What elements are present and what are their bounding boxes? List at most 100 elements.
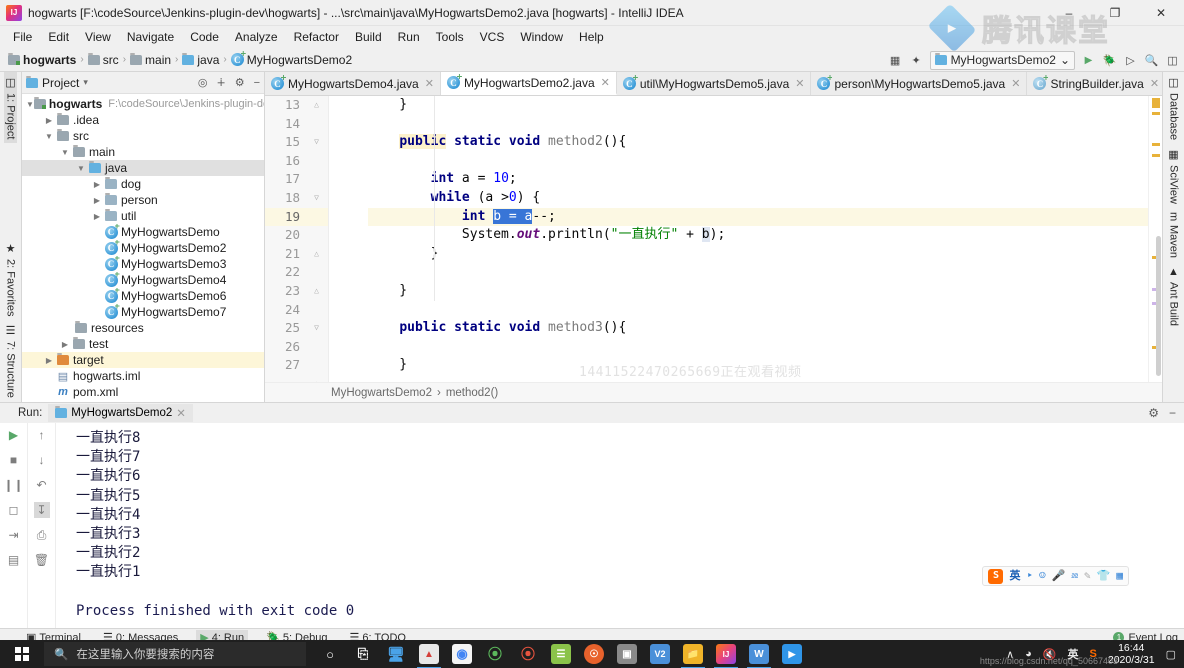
close-icon[interactable]: ✕ bbox=[176, 406, 186, 420]
fold-start-icon[interactable]: ▽ bbox=[312, 193, 321, 202]
wps-icon[interactable]: W bbox=[747, 644, 771, 668]
fold-start-icon[interactable]: ▽ bbox=[312, 137, 321, 146]
console-output[interactable]: 一直执行8 一直执行7 一直执行6 一直执行5 一直执行4 一直执行3 一直执行… bbox=[56, 423, 1184, 628]
navbar-crumb-src[interactable]: src bbox=[86, 52, 121, 67]
snail-icon[interactable]: ⦿ bbox=[518, 644, 538, 664]
fold-end-icon[interactable]: △ bbox=[312, 249, 321, 258]
skin-icon[interactable]: 👕 bbox=[1097, 566, 1111, 585]
close-icon[interactable]: ✕ bbox=[1150, 77, 1159, 90]
gear-icon[interactable]: ⚙ bbox=[1148, 406, 1159, 420]
navbar-crumb-hogwarts[interactable]: hogwarts bbox=[6, 52, 78, 67]
selected-text[interactable]: b = a bbox=[493, 208, 533, 224]
export-icon[interactable]: ⇥ bbox=[6, 527, 22, 543]
locate-icon[interactable]: ◎ bbox=[198, 76, 208, 89]
pause-icon[interactable]: ❙❙ bbox=[3, 477, 23, 493]
tree-node-main[interactable]: ▼ main bbox=[22, 144, 264, 160]
minimize-button[interactable]: – bbox=[1046, 0, 1092, 26]
punctuation-icon[interactable]: ‣ bbox=[1026, 566, 1033, 585]
chevron-down-icon[interactable]: ▼ bbox=[58, 148, 72, 157]
editor-scrollbar[interactable] bbox=[1148, 96, 1162, 382]
stop-icon[interactable]: ■ bbox=[6, 452, 22, 468]
close-icon[interactable]: ✕ bbox=[795, 77, 804, 90]
chevron-down-icon[interactable]: ▼ bbox=[74, 164, 88, 173]
marker-warning[interactable] bbox=[1152, 98, 1160, 108]
sidebar-item-project[interactable]: ◫ 1: Project bbox=[4, 72, 17, 144]
tree-node-src[interactable]: ▼ src bbox=[22, 128, 264, 144]
soft-wrap-icon[interactable]: ↶ bbox=[34, 477, 50, 493]
run-configuration-selector[interactable]: MyHogwartsDemo2 ⌄ bbox=[929, 50, 1075, 70]
action-center-icon[interactable]: ▢ bbox=[1166, 648, 1176, 661]
tree-node-person[interactable]: ▶ person bbox=[22, 192, 264, 208]
scroll-down-icon[interactable]: ↓ bbox=[34, 452, 50, 468]
chrome-icon[interactable]: ◉ bbox=[452, 644, 472, 664]
chevron-down-icon[interactable]: ▾ bbox=[83, 77, 88, 88]
chevron-down-icon[interactable]: ▼ bbox=[42, 132, 56, 141]
handwriting-icon[interactable]: ✎ bbox=[1084, 566, 1091, 585]
run-icon[interactable]: ▶ bbox=[1081, 53, 1096, 68]
navbar-crumb-main[interactable]: main bbox=[128, 52, 173, 67]
menu-view[interactable]: View bbox=[77, 28, 119, 46]
menu-refactor[interactable]: Refactor bbox=[286, 28, 347, 46]
close-icon[interactable]: ✕ bbox=[1011, 77, 1020, 90]
clear-all-icon[interactable]: 🗑 bbox=[34, 552, 50, 568]
menu-run[interactable]: Run bbox=[390, 28, 428, 46]
toolbox-icon[interactable]: ▦ bbox=[1116, 566, 1123, 585]
tree-node-test[interactable]: ▶ test bbox=[22, 336, 264, 352]
vmware-icon[interactable]: ▣ bbox=[617, 644, 637, 664]
tree-node-MyHogwartsDemo2[interactable]: C MyHogwartsDemo2 bbox=[22, 240, 264, 256]
ime-mode-label[interactable]: 英 bbox=[1009, 566, 1020, 585]
scroll-to-end-icon[interactable]: ↧ bbox=[33, 502, 50, 518]
breadcrumb-class[interactable]: MyHogwartsDemo2 bbox=[331, 387, 432, 399]
thread-dump-icon[interactable]: ▤ bbox=[6, 552, 22, 568]
collapse-all-icon[interactable]: ∔ bbox=[216, 76, 225, 89]
cortana-icon[interactable]: ○ bbox=[320, 644, 340, 664]
breadcrumb-method[interactable]: method2() bbox=[446, 387, 498, 399]
scrollbar-thumb[interactable] bbox=[1156, 236, 1161, 376]
menu-analyze[interactable]: Analyze bbox=[227, 28, 286, 46]
menu-edit[interactable]: Edit bbox=[40, 28, 77, 46]
pdf-reader-icon[interactable]: ▲ bbox=[417, 644, 441, 668]
run-tab-MyHogwartsDemo2[interactable]: MyHogwartsDemo2 ✕ bbox=[48, 404, 193, 422]
editor-tab-util-MyHogwartsDemo5[interactable]: C util\MyHogwartsDemo5.java ✕ bbox=[616, 72, 812, 95]
editor-tab-person-MyHogwartsDemo5[interactable]: C person\MyHogwartsDemo5.java ✕ bbox=[811, 72, 1028, 95]
line-number-gutter[interactable]: 13 14 15 16 17 18 19 20 21 22 23 24 25 2… bbox=[265, 96, 329, 382]
sidebar-item-database[interactable]: ◫ Database bbox=[1167, 72, 1180, 144]
menu-vcs[interactable]: VCS bbox=[472, 28, 513, 46]
minimize-icon[interactable]: − bbox=[1169, 406, 1176, 420]
close-button[interactable]: ✕ bbox=[1138, 0, 1184, 26]
sidebar-item-favorites[interactable]: ★ 2: Favorites bbox=[4, 238, 17, 320]
remote-desktop-icon[interactable]: 🖥 bbox=[386, 644, 406, 664]
ubuntu-icon[interactable]: ☉ bbox=[584, 644, 604, 664]
navbar-crumb-java[interactable]: java bbox=[180, 52, 221, 67]
fold-end-icon[interactable]: △ bbox=[312, 286, 321, 295]
task-view-icon[interactable]: ⎘ bbox=[353, 644, 373, 664]
sidebar-item-structure[interactable]: ☰ 7: Structure bbox=[4, 320, 17, 402]
marker-warning[interactable] bbox=[1152, 112, 1160, 115]
emoji-icon[interactable]: ☺ bbox=[1039, 566, 1046, 585]
sogou-ime-toolbar[interactable]: S 英 ‣ ☺ 🎤 ⎂ ✎ 👕 ▦ bbox=[982, 566, 1129, 586]
keyboard-icon[interactable]: ⎂ bbox=[1071, 566, 1078, 585]
fold-end-icon[interactable]: △ bbox=[312, 100, 321, 109]
meeting-icon[interactable]: ▶ bbox=[782, 644, 802, 664]
tree-node-MyHogwartsDemo4[interactable]: C MyHogwartsDemo4 bbox=[22, 272, 264, 288]
navbar-crumb-class[interactable]: C MyHogwartsDemo2 bbox=[229, 53, 354, 67]
code-editor[interactable]: 13 14 15 16 17 18 19 20 21 22 23 24 25 2… bbox=[265, 96, 1162, 382]
chevron-right-icon[interactable]: ▶ bbox=[90, 196, 104, 205]
menu-code[interactable]: Code bbox=[182, 28, 227, 46]
menu-navigate[interactable]: Navigate bbox=[119, 28, 182, 46]
marker-warning[interactable] bbox=[1152, 143, 1160, 146]
file-explorer-icon[interactable]: 📁 bbox=[681, 644, 705, 668]
hide-icon[interactable]: − bbox=[254, 77, 260, 89]
project-tree[interactable]: ▼ hogwarts F:\codeSource\Jenkins-plugin-… bbox=[22, 94, 264, 402]
editor-tab-MyHogwartsDemo2[interactable]: C MyHogwartsDemo2.java ✕ bbox=[440, 72, 617, 95]
v2ray-icon[interactable]: V2 bbox=[650, 644, 670, 664]
tree-node-idea[interactable]: ▶ .idea bbox=[22, 112, 264, 128]
taskbar-search-input[interactable]: 🔍 在这里输入你要搜索的内容 bbox=[44, 642, 306, 666]
tree-node-MyHogwartsDemo7[interactable]: C MyHogwartsDemo7 bbox=[22, 304, 264, 320]
tree-node-MyHogwartsDemo[interactable]: C MyHogwartsDemo bbox=[22, 224, 264, 240]
menu-help[interactable]: Help bbox=[571, 28, 612, 46]
menu-window[interactable]: Window bbox=[512, 28, 571, 46]
menu-tools[interactable]: Tools bbox=[428, 28, 472, 46]
print-icon[interactable]: ⎙ bbox=[34, 527, 50, 543]
tree-node-hogwarts[interactable]: ▼ hogwarts F:\codeSource\Jenkins-plugin-… bbox=[22, 96, 264, 112]
